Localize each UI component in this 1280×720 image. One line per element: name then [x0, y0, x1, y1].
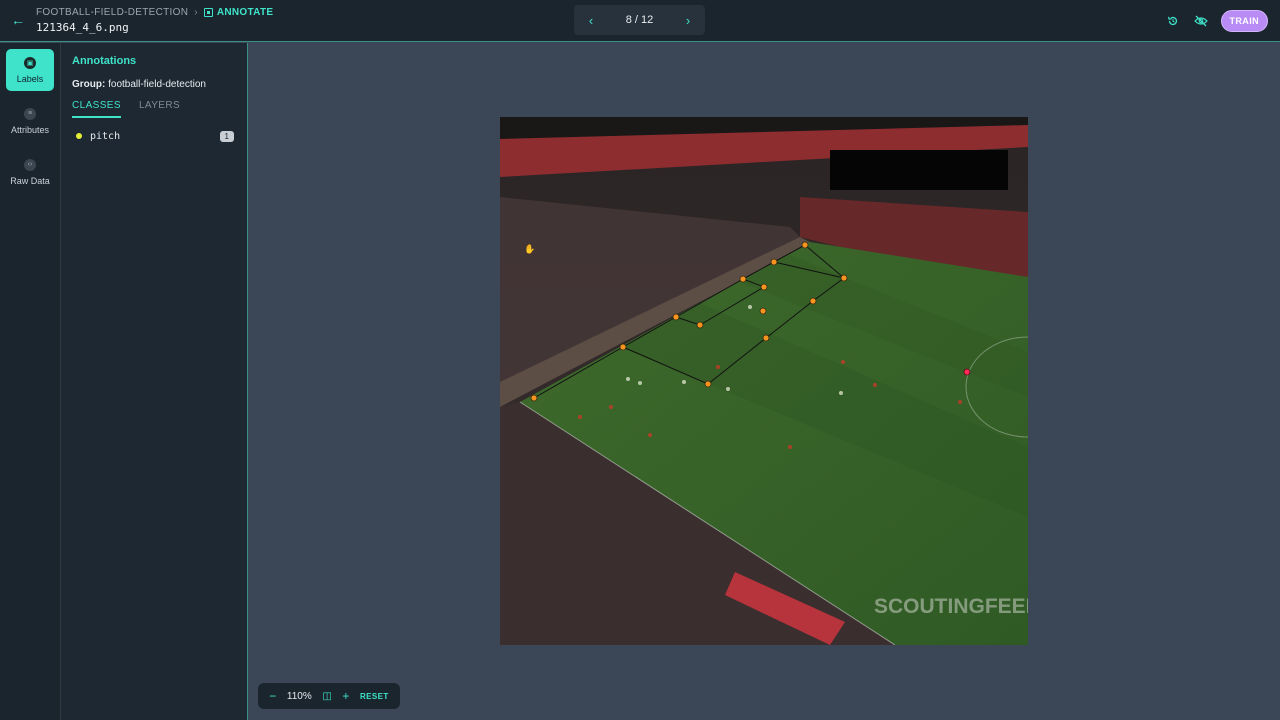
tab-layers[interactable]: LAYERS	[139, 100, 180, 118]
group-value: football-field-detection	[108, 79, 206, 90]
annotation-canvas[interactable]: ✋ SCOUTINGFEED	[500, 117, 1028, 645]
redacted-box	[830, 150, 1008, 190]
image-pager: ‹ 8 / 12 ›	[574, 5, 705, 35]
breadcrumb: FOOTBALL-FIELD-DETECTION › ANNOTATE	[36, 7, 273, 18]
pager-count: 8 / 12	[625, 14, 654, 26]
annotations-panel: Annotations Group: football-field-detect…	[61, 43, 248, 720]
tab-classes[interactable]: CLASSES	[72, 100, 121, 118]
keypoint[interactable]	[762, 334, 770, 342]
chevron-right-icon: ›	[194, 7, 198, 18]
previous-image-icon[interactable]: ‹	[586, 13, 596, 28]
keypoint[interactable]	[770, 258, 778, 266]
keypoint[interactable]	[530, 394, 538, 402]
zoom-level: 110%	[286, 690, 312, 702]
rail-item-labels[interactable]: ▣ Labels	[6, 49, 54, 91]
train-button[interactable]: TRAIN	[1220, 10, 1268, 32]
panel-title: Annotations	[72, 55, 137, 67]
class-color-dot	[76, 133, 82, 139]
visibility-off-icon[interactable]	[1193, 13, 1209, 29]
back-arrow-icon[interactable]: ←	[10, 12, 26, 28]
keypoint[interactable]	[704, 380, 712, 388]
keypoint[interactable]	[809, 297, 817, 305]
group-label: Group:	[72, 79, 106, 90]
attributes-icon: ≡	[24, 107, 36, 120]
keypoint-selected[interactable]	[963, 368, 971, 376]
keypoint[interactable]	[760, 283, 768, 291]
reset-zoom-button[interactable]: RESET	[360, 692, 389, 701]
file-name: 121364_4_6.png	[36, 21, 129, 34]
breadcrumb-project[interactable]: FOOTBALL-FIELD-DETECTION	[36, 7, 188, 18]
class-name: pitch	[90, 130, 121, 142]
group-info: Group: football-field-detection	[72, 79, 206, 90]
rail-item-attributes[interactable]: ≡ Attributes	[6, 100, 54, 142]
class-item-pitch[interactable]: pitch 1	[72, 128, 234, 144]
code-icon: ‹›	[24, 158, 36, 171]
rail-item-label: Raw Data	[10, 175, 50, 186]
keypoint[interactable]	[696, 321, 704, 329]
keypoint[interactable]	[840, 274, 848, 282]
keypoint[interactable]	[759, 307, 767, 315]
keypoint[interactable]	[619, 343, 627, 351]
annotate-icon	[203, 8, 213, 17]
hand-cursor-icon: ✋	[524, 243, 535, 255]
left-rail: ▣ Labels ≡ Attributes ‹› Raw Data	[0, 43, 61, 720]
breadcrumb-annotate: ANNOTATE	[203, 7, 274, 18]
labels-icon: ▣	[24, 56, 36, 69]
top-actions: TRAIN	[1165, 10, 1268, 32]
rail-item-raw-data[interactable]: ‹› Raw Data	[6, 151, 54, 193]
zoom-controls: − 110% ◫ + RESET	[258, 683, 400, 709]
football-field-image[interactable]: ✋ SCOUTINGFEED	[500, 117, 1028, 645]
image-watermark: SCOUTINGFEED	[874, 595, 1028, 618]
breadcrumb-annotate-label: ANNOTATE	[216, 7, 274, 18]
keypoint[interactable]	[672, 313, 680, 321]
history-icon[interactable]	[1165, 13, 1181, 29]
next-image-icon[interactable]: ›	[683, 13, 693, 28]
zoom-out-icon[interactable]: −	[269, 689, 276, 703]
class-count-badge: 1	[219, 130, 234, 142]
top-bar: ← FOOTBALL-FIELD-DETECTION › ANNOTATE 12…	[0, 0, 1280, 42]
zoom-in-icon[interactable]: +	[342, 689, 349, 703]
rail-item-label: Labels	[16, 73, 44, 84]
keypoint[interactable]	[801, 241, 809, 249]
panel-tabs: CLASSES LAYERS	[72, 100, 180, 118]
lock-icon[interactable]: ◫	[322, 691, 331, 702]
rail-item-label: Attributes	[10, 124, 50, 135]
keypoint[interactable]	[739, 275, 747, 283]
